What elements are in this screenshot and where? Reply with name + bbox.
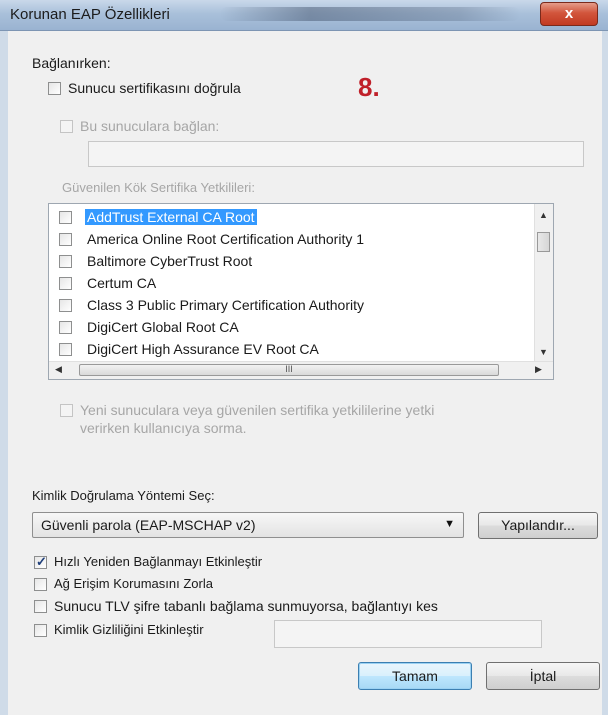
connecting-heading: Bağlanırken: bbox=[32, 55, 111, 71]
dropdown-arrow-icon: ▼ bbox=[444, 518, 455, 530]
trusted-root-list[interactable]: AddTrust External CA Root America Online… bbox=[48, 203, 554, 380]
scroll-right-icon[interactable]: ▶ bbox=[535, 364, 542, 375]
identity-privacy-checkbox[interactable] bbox=[34, 624, 47, 637]
tlv-label[interactable]: Sunucu TLV şifre tabanlı bağlama sunmuyo… bbox=[54, 598, 438, 614]
cert-checkbox[interactable] bbox=[59, 255, 72, 268]
nap-label[interactable]: Ağ Erişim Korumasını Zorla bbox=[54, 576, 213, 591]
auth-method-value: Güvenli parola (EAP-MSCHAP v2) bbox=[41, 517, 256, 533]
cert-checkbox[interactable] bbox=[59, 343, 72, 356]
cert-label: Certum CA bbox=[87, 275, 157, 291]
vertical-scroll-thumb[interactable] bbox=[537, 232, 550, 252]
no-prompt-label-line1: Yeni sunuculara veya güvenilen sertifika… bbox=[80, 402, 435, 418]
close-button[interactable]: x bbox=[540, 2, 598, 26]
list-item[interactable]: Class 3 Public Primary Certification Aut… bbox=[59, 296, 529, 316]
scroll-left-icon[interactable]: ◀ bbox=[55, 364, 62, 375]
list-item[interactable]: America Online Root Certification Author… bbox=[59, 230, 529, 250]
annotation-marker: 8. bbox=[358, 72, 380, 102]
cert-label: Baltimore CyberTrust Root bbox=[87, 253, 253, 269]
cert-checkbox[interactable] bbox=[59, 233, 72, 246]
ok-button[interactable]: Tamam bbox=[358, 662, 472, 690]
horizontal-scroll-thumb[interactable]: III bbox=[79, 364, 499, 376]
cert-checkbox[interactable] bbox=[59, 321, 72, 334]
no-prompt-checkbox[interactable] bbox=[60, 404, 73, 417]
scroll-up-icon[interactable]: ▲ bbox=[539, 210, 548, 220]
list-item[interactable]: DigiCert High Assurance EV Root CA bbox=[59, 340, 529, 360]
fast-reconnect-label[interactable]: Hızlı Yeniden Bağlanmayı Etkinleştir bbox=[54, 554, 262, 569]
cert-label: AddTrust External CA Root bbox=[85, 209, 257, 225]
no-prompt-label-line2: verirken kullanıcıya sorma. bbox=[80, 420, 247, 436]
configure-button[interactable]: Yapılandır... bbox=[478, 512, 598, 539]
trusted-root-heading: Güvenilen Kök Sertifika Yetkilileri: bbox=[62, 180, 255, 195]
cert-checkbox[interactable] bbox=[59, 277, 72, 290]
list-item[interactable]: Baltimore CyberTrust Root bbox=[59, 252, 529, 272]
connect-servers-checkbox[interactable] bbox=[60, 120, 73, 133]
cert-checkbox[interactable] bbox=[59, 211, 72, 224]
window-frame-left bbox=[0, 31, 8, 715]
fast-reconnect-checkbox[interactable] bbox=[34, 554, 47, 570]
horizontal-scrollbar[interactable]: ◀ III ▶ bbox=[49, 361, 553, 379]
list-item[interactable]: AddTrust External CA Root bbox=[59, 208, 529, 228]
cert-checkbox[interactable] bbox=[59, 299, 72, 312]
tlv-checkbox[interactable] bbox=[34, 600, 47, 613]
auth-method-select[interactable]: Güvenli parola (EAP-MSCHAP v2) ▼ bbox=[32, 512, 464, 538]
scroll-down-icon[interactable]: ▼ bbox=[539, 347, 548, 357]
validate-cert-label[interactable]: Sunucu sertifikasını doğrula bbox=[68, 80, 241, 96]
validate-cert-checkbox[interactable] bbox=[48, 82, 61, 95]
identity-privacy-label[interactable]: Kimlik Gizliliğini Etkinleştir bbox=[54, 622, 204, 637]
cert-label: Class 3 Public Primary Certification Aut… bbox=[87, 297, 364, 313]
auth-method-heading: Kimlik Doğrulama Yöntemi Seç: bbox=[32, 488, 215, 503]
nap-checkbox[interactable] bbox=[34, 578, 47, 591]
window-title: Korunan EAP Özellikleri bbox=[10, 6, 170, 23]
cert-label: America Online Root Certification Author… bbox=[87, 231, 365, 247]
cert-label: DigiCert High Assurance EV Root CA bbox=[87, 341, 319, 357]
cancel-button[interactable]: İptal bbox=[486, 662, 600, 690]
servers-input[interactable] bbox=[88, 141, 584, 167]
window-frame-right bbox=[602, 31, 608, 715]
title-bar-glass bbox=[220, 7, 520, 21]
cert-label: DigiCert Global Root CA bbox=[87, 319, 239, 335]
list-item[interactable]: DigiCert Global Root CA bbox=[59, 318, 529, 338]
connect-servers-label: Bu sunuculara bağlan: bbox=[80, 118, 220, 134]
title-bar: Korunan EAP Özellikleri x bbox=[0, 0, 608, 31]
vertical-scrollbar[interactable]: ▲ ▼ bbox=[534, 204, 553, 363]
list-item[interactable]: Certum CA bbox=[59, 274, 529, 294]
identity-input[interactable] bbox=[274, 620, 542, 648]
